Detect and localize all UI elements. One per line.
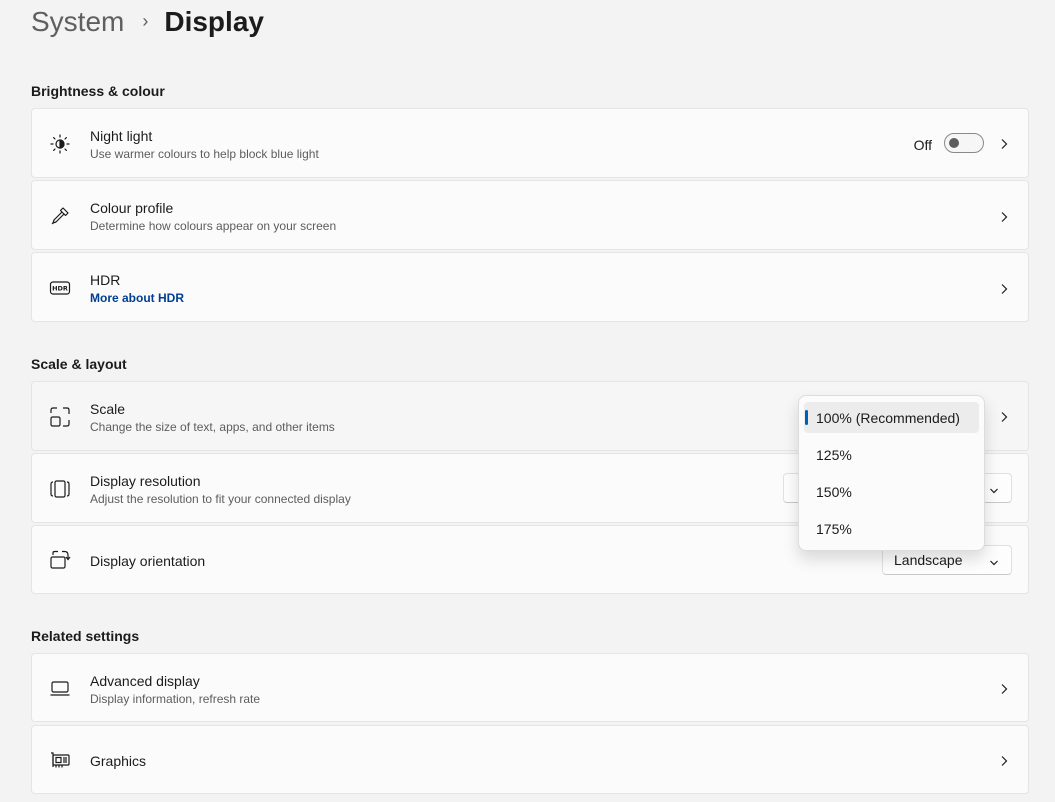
display-orientation-title: Display orientation [90,553,206,569]
breadcrumb: System › Display [31,2,264,42]
graphics-title: Graphics [90,753,147,769]
scale-option-label: 175% [816,520,852,537]
monitor-icon [49,677,71,699]
colour-profile-subtitle: Determine how colours appear on your scr… [90,219,337,233]
hdr-title: HDR [90,272,121,288]
colour-profile-title: Colour profile [90,200,174,216]
scale-option-175[interactable]: 175% [804,513,979,544]
hdr-icon: HDR [49,277,71,299]
scale-dropdown-menu: 100% (Recommended) 125% 150% 175% [798,395,985,551]
colour-profile-card[interactable]: Colour profile Determine how colours app… [31,180,1029,250]
section-brightness-colour: Brightness & colour [31,83,165,99]
graphics-card-icon [49,749,71,771]
graphics-card[interactable]: Graphics [31,725,1029,794]
breadcrumb-system[interactable]: System [31,6,124,38]
scale-option-label: 150% [816,483,852,500]
orientation-icon [49,549,71,571]
selection-indicator [805,410,808,425]
scale-option-100[interactable]: 100% (Recommended) [804,402,979,433]
toggle-knob [949,138,959,148]
chevron-down-icon [989,483,999,494]
chevron-right-icon [998,210,1010,222]
advanced-display-title: Advanced display [90,673,200,689]
section-scale-layout: Scale & layout [31,356,127,372]
display-orientation-value: Landscape [894,552,963,568]
more-about-hdr-link[interactable]: More about HDR [90,291,184,305]
chevron-right-icon [998,682,1010,694]
scale-subtitle: Change the size of text, apps, and other… [90,420,335,434]
night-light-title: Night light [90,128,153,144]
display-resolution-title: Display resolution [90,473,201,489]
advanced-display-card[interactable]: Advanced display Display information, re… [31,653,1029,722]
scale-option-150[interactable]: 150% [804,476,979,507]
night-light-toggle[interactable] [944,133,984,153]
chevron-down-icon [989,555,999,566]
chevron-right-icon [998,137,1010,149]
night-light-card[interactable]: Night light Use warmer colours to help b… [31,108,1029,178]
breadcrumb-separator: › [142,10,149,31]
brightness-icon [49,133,71,155]
scale-option-125[interactable]: 125% [804,439,979,470]
chevron-right-icon [998,282,1010,294]
scale-icon [49,406,71,428]
hdr-card[interactable]: HDR HDR More about HDR [31,252,1029,322]
page-title: Display [164,6,264,37]
resolution-icon [49,478,71,500]
display-resolution-subtitle: Adjust the resolution to fit your connec… [90,492,351,506]
night-light-subtitle: Use warmer colours to help block blue li… [90,147,319,161]
chevron-right-icon [998,754,1010,766]
night-light-toggle-label: Off [913,137,932,153]
section-related-settings: Related settings [31,628,140,644]
chevron-right-icon [998,410,1010,422]
scale-option-label: 100% (Recommended) [816,409,960,426]
advanced-display-subtitle: Display information, refresh rate [90,692,261,706]
svg-text:HDR: HDR [52,285,68,293]
scale-title: Scale [90,401,126,417]
eyedropper-icon [49,205,71,227]
scale-option-label: 125% [816,446,852,463]
